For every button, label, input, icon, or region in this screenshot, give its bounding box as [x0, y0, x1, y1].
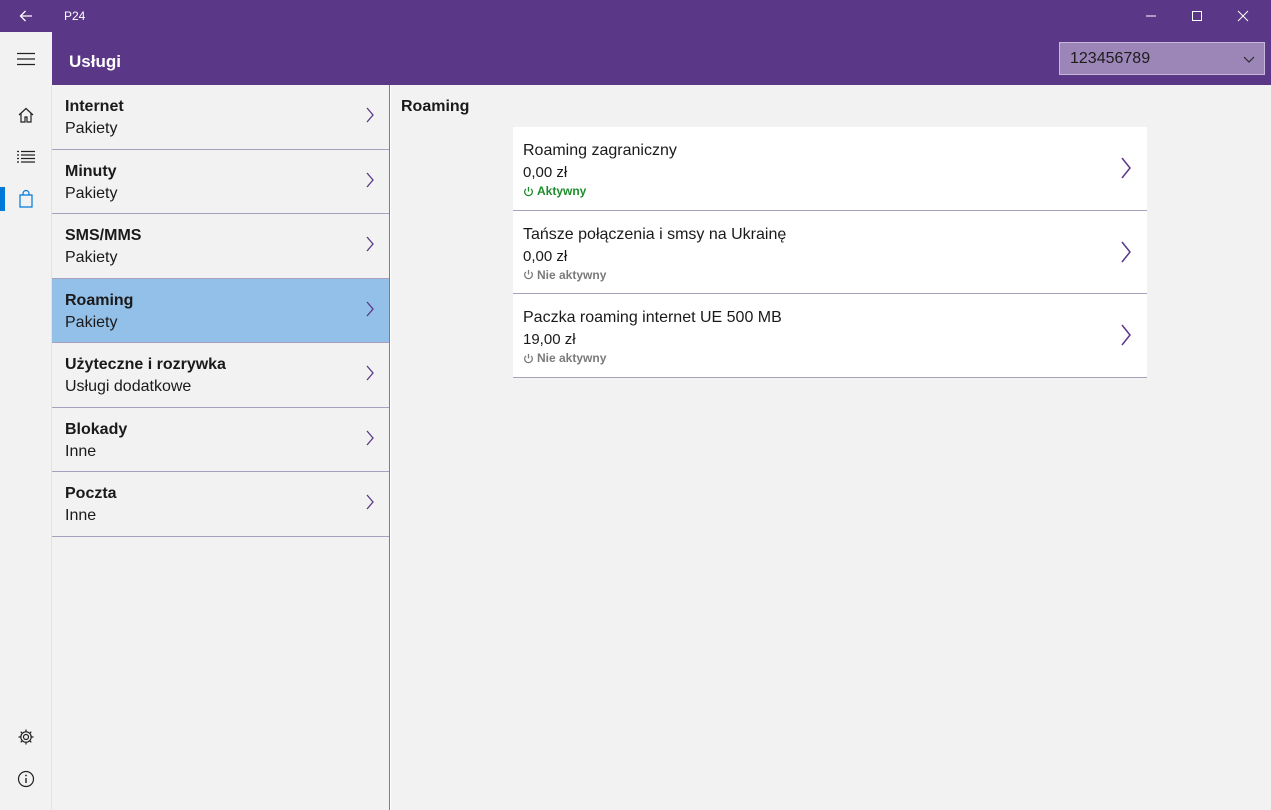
chevron-right-icon: [1121, 241, 1131, 262]
chevron-right-icon: [366, 430, 374, 445]
service-card[interactable]: Tańsze połączenia i smsy na Ukrainę 0,00…: [513, 210, 1147, 294]
shopping-bag-icon: [19, 190, 33, 208]
chevron-right-icon: [366, 494, 374, 510]
maximize-icon: [1192, 11, 1202, 21]
category-title: Internet: [65, 98, 124, 115]
category-subtitle: Usługi dodatkowe: [65, 378, 192, 395]
rail-item-settings[interactable]: [0, 716, 52, 758]
chevron-right-icon: [1121, 157, 1131, 179]
chevron-down-icon: [1243, 56, 1255, 63]
close-icon: [1237, 10, 1249, 22]
service-card[interactable]: Roaming zagraniczny 0,00 zł Aktywny: [513, 127, 1147, 211]
chevron-right-icon: [366, 301, 374, 316]
service-title: Roaming zagraniczny: [523, 142, 677, 159]
rail-item-info[interactable]: [0, 758, 52, 800]
service-price: 0,00 zł: [523, 164, 568, 181]
app-title: P24: [64, 9, 86, 23]
hamburger-icon: [17, 52, 35, 65]
maximize-button[interactable]: [1174, 0, 1220, 32]
category-title: Użyteczne i rozrywka: [65, 356, 226, 373]
service-price: 0,00 zł: [523, 247, 568, 265]
category-subtitle: Inne: [65, 442, 97, 460]
minimize-button[interactable]: [1128, 0, 1174, 32]
service-title: Paczka roaming internet UE 500 MB: [523, 309, 782, 326]
chevron-right-icon: [1121, 324, 1131, 346]
category-title: Poczta: [65, 485, 117, 502]
category-item-sms-mms[interactable]: SMS/MMS Pakiety: [52, 214, 389, 279]
service-status-label: Nie aktywny: [537, 267, 607, 282]
service-status: Nie aktywny: [523, 268, 606, 282]
back-button[interactable]: [0, 0, 52, 32]
service-status: Nie aktywny: [523, 351, 606, 365]
category-item-uzyteczne[interactable]: Użyteczne i rozrywka Usługi dodatkowe: [52, 343, 389, 408]
rail-item-services[interactable]: [0, 178, 52, 220]
category-item-roaming[interactable]: Roaming Pakiety: [52, 278, 389, 343]
page-title: Usługi: [69, 52, 121, 71]
category-subtitle: Inne: [65, 507, 97, 524]
service-status-label: Nie aktywny: [537, 351, 607, 365]
category-subtitle: Pakiety: [65, 120, 118, 137]
category-item-blokady[interactable]: Blokady Inne: [52, 408, 389, 472]
service-price: 19,00 zł: [523, 331, 576, 348]
back-arrow-icon: [19, 10, 32, 22]
close-button[interactable]: [1220, 0, 1266, 32]
category-list: Internet Pakiety Minuty Pakiety SMS/MMS …: [52, 85, 390, 810]
category-item-internet[interactable]: Internet Pakiety: [52, 85, 389, 150]
section-title: Roaming: [401, 98, 470, 115]
gear-icon: [18, 729, 34, 745]
category-subtitle: Pakiety: [65, 249, 118, 266]
navigation-rail: [0, 32, 52, 810]
category-title: Blokady: [65, 420, 128, 438]
category-title: SMS/MMS: [65, 227, 142, 244]
info-icon: [17, 770, 35, 788]
rail-item-list[interactable]: [0, 136, 52, 178]
power-icon: [524, 186, 533, 196]
account-number: 123456789: [1070, 49, 1151, 67]
category-item-minuty[interactable]: Minuty Pakiety: [52, 150, 389, 214]
chevron-right-icon: [366, 365, 374, 381]
service-status-label: Aktywny: [537, 184, 587, 198]
main-content: Roaming Roaming zagraniczny 0,00 zł Akty…: [391, 85, 1271, 810]
chevron-right-icon: [366, 107, 374, 123]
chevron-right-icon: [366, 172, 374, 187]
power-icon: [524, 269, 533, 280]
account-selector[interactable]: 123456789: [1059, 42, 1265, 75]
service-status: Aktywny: [523, 184, 586, 198]
category-title: Roaming: [65, 291, 134, 309]
title-bar: P24: [0, 0, 1271, 32]
power-icon: [524, 353, 533, 363]
header-bar: Usługi 123456789: [52, 32, 1271, 85]
category-title: Minuty: [65, 162, 117, 180]
category-item-poczta[interactable]: Poczta Inne: [52, 472, 389, 537]
category-subtitle: Pakiety: [65, 313, 118, 331]
chevron-right-icon: [366, 236, 374, 252]
service-card[interactable]: Paczka roaming internet UE 500 MB 19,00 …: [513, 294, 1147, 378]
list-icon: [17, 150, 35, 163]
category-subtitle: Pakiety: [65, 184, 118, 202]
home-icon: [18, 107, 34, 123]
service-list: Roaming zagraniczny 0,00 zł Aktywny Tańs…: [513, 127, 1147, 378]
service-title: Tańsze połączenia i smsy na Ukrainę: [523, 225, 787, 243]
hamburger-menu-button[interactable]: [0, 32, 52, 85]
rail-item-home[interactable]: [0, 94, 52, 136]
minimize-icon: [1146, 15, 1156, 17]
